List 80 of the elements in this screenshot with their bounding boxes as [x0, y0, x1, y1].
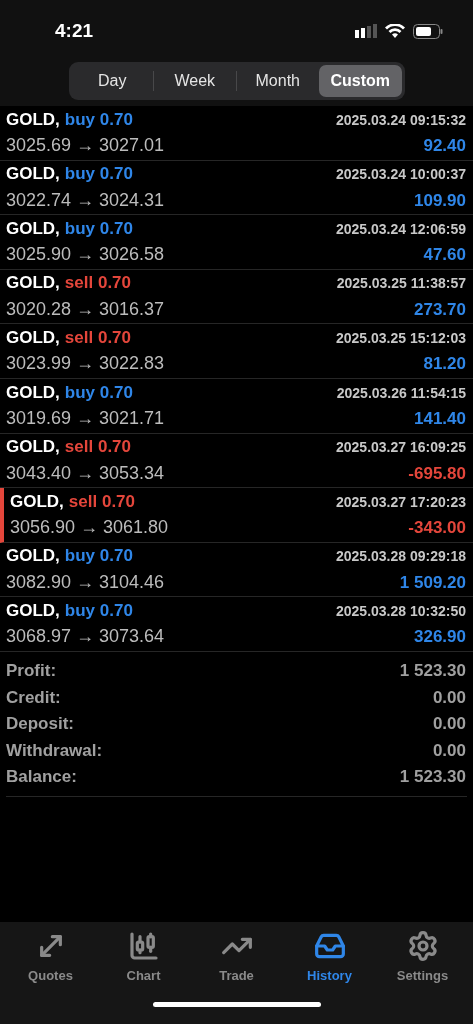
order-label: buy 0.70 [64, 163, 133, 186]
symbol-label: GOLD, [10, 490, 64, 513]
trade-time: 2025.03.25 11:38:57 [336, 274, 466, 294]
trade-time: 2025.03.28 09:29:18 [336, 547, 466, 567]
symbol-label: GOLD, [6, 545, 60, 568]
order-label: buy 0.70 [64, 108, 133, 131]
trade-profit: 141.40 [414, 408, 466, 430]
trade-profit: 92.40 [423, 135, 466, 158]
trade-row[interactable]: GOLD, buy 0.70 2025.03.24 12:06:59 3025.90 → 3026.58 47.60 [0, 215, 473, 270]
symbol-label: GOLD, [6, 436, 60, 459]
price-range: 3082.90 → 3104.46 [6, 570, 165, 594]
order-label: buy 0.70 [64, 217, 133, 240]
order-label: buy 0.70 [64, 381, 133, 404]
battery-icon [413, 23, 443, 39]
settings-icon [406, 930, 439, 962]
order-label: sell 0.70 [68, 490, 135, 513]
price-range: 3023.99 → 3022.83 [6, 352, 165, 376]
symbol-label: GOLD, [6, 381, 60, 404]
price-range: 3020.28 → 3016.37 [6, 297, 165, 321]
period-tab[interactable]: Custom [319, 65, 402, 97]
trade-profit: 326.90 [414, 626, 466, 649]
order-label: buy 0.70 [64, 599, 133, 622]
symbol-label: GOLD, [6, 272, 60, 295]
symbol-label: GOLD, [6, 163, 60, 186]
trade-row[interactable]: GOLD, buy 0.70 2025.03.28 10:32:50 3068.97 → 3073.64 326.90 [0, 597, 473, 652]
summary-label: Withdrawal: [6, 739, 103, 762]
summary-value: 0.00 [432, 713, 466, 736]
price-range: 3025.69 → 3027.01 [6, 134, 165, 158]
price-range: 3025.90 → 3026.58 [6, 243, 165, 267]
price-range: 3056.90 → 3061.80 [10, 516, 169, 540]
candlestick-icon [127, 930, 160, 962]
summary-label: Credit: [6, 686, 61, 709]
price-range: 3068.97 → 3073.64 [6, 625, 165, 649]
symbol-label: GOLD, [6, 108, 60, 131]
order-label: sell 0.70 [64, 326, 131, 349]
tab-bar-item[interactable]: Trade [196, 930, 277, 986]
summary-value: 0.00 [432, 686, 466, 709]
trade-time: 2025.03.24 12:06:59 [336, 219, 466, 239]
signal-icon [355, 24, 377, 38]
summary-label: Balance: [6, 766, 77, 789]
order-label: sell 0.70 [64, 272, 131, 295]
trade-row[interactable]: GOLD, buy 0.70 2025.03.26 11:54:15 3019.69 → 3021.71 141.40 [0, 378, 473, 434]
price-range: 3019.69 → 3021.71 [6, 407, 165, 430]
trade-profit: 1 509.20 [399, 571, 466, 594]
tab-bar-item[interactable]: Quotes [10, 930, 91, 986]
summary-value: 1 523.30 [399, 660, 466, 683]
trade-time: 2025.03.24 09:15:32 [336, 110, 466, 130]
trade-row[interactable]: GOLD, sell 0.70 2025.03.25 11:38:57 3020.28 → 3016.37 273.70 [0, 269, 473, 325]
clock-time: 4:21 [55, 18, 94, 43]
trade-time: 2025.03.25 15:12:03 [336, 328, 466, 348]
wifi-icon [385, 24, 405, 38]
trade-time: 2025.03.28 10:32:50 [336, 601, 466, 621]
price-range: 3022.74 → 3024.31 [6, 188, 165, 212]
trade-profit: -343.00 [408, 517, 466, 540]
order-label: sell 0.70 [64, 436, 131, 459]
period-tab[interactable]: Week [154, 65, 236, 97]
summary-label: Deposit: [6, 713, 74, 736]
trade-time: 2025.03.27 17:20:23 [336, 492, 466, 512]
tab-bar-item[interactable]: History [289, 930, 370, 986]
trade-time: 2025.03.24 10:00:37 [336, 165, 466, 185]
period-tab[interactable]: Month [236, 65, 319, 97]
trade-profit: 47.60 [423, 244, 466, 267]
price-range: 3043.40 → 3053.34 [6, 461, 165, 485]
summary-label: Profit: [6, 660, 57, 683]
trade-profit: -695.80 [408, 462, 466, 485]
symbol-label: GOLD, [6, 217, 60, 240]
trade-profit: 273.70 [414, 298, 466, 321]
summary-value: 0.00 [432, 739, 466, 762]
trade-time: 2025.03.26 11:54:15 [336, 383, 466, 403]
tab-bar-item[interactable]: Chart [103, 930, 184, 986]
trade-profit: 109.90 [414, 189, 466, 212]
trade-profit: 81.20 [423, 353, 466, 376]
trade-row[interactable]: GOLD, sell 0.70 2025.03.27 17:20:23 3056.90 → 3061.80 -343.00 [0, 488, 473, 543]
symbol-label: GOLD, [6, 326, 60, 349]
summary-value: 1 523.30 [399, 766, 466, 789]
order-label: buy 0.70 [64, 545, 133, 568]
period-tab[interactable]: Day [71, 65, 153, 97]
symbol-label: GOLD, [6, 599, 60, 622]
tab-bar-item[interactable]: Settings [382, 930, 463, 986]
trade-time: 2025.03.27 16:09:25 [336, 438, 466, 458]
